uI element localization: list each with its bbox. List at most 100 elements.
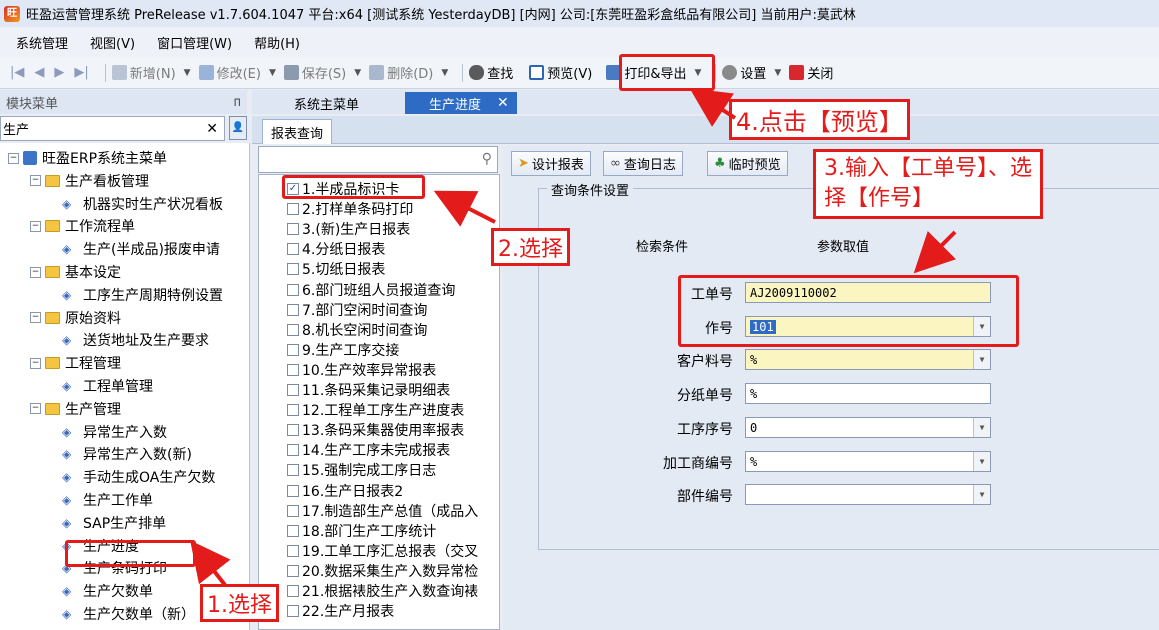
report-checkbox[interactable] xyxy=(287,223,299,236)
save-dropdown-icon[interactable]: ▼ xyxy=(354,68,361,78)
prev-record-icon[interactable]: ◀ xyxy=(34,65,44,80)
user-filter-icon[interactable]: 👤 xyxy=(229,116,247,140)
report-checkbox[interactable] xyxy=(287,343,299,356)
pin-icon[interactable]: ᴨ xyxy=(234,95,241,110)
first-record-icon[interactable]: |◀ xyxy=(10,65,24,80)
report-checkbox[interactable] xyxy=(287,424,299,437)
module-search-input[interactable] xyxy=(3,121,183,136)
report-list-item[interactable]: 2.打样单条码打印 xyxy=(287,199,413,219)
report-list-item[interactable]: 8.机长空闲时间查询 xyxy=(287,320,427,340)
preview-button[interactable]: 预览(V) xyxy=(529,63,592,82)
report-checkbox[interactable] xyxy=(287,303,299,316)
report-checkbox[interactable]: ✓ xyxy=(287,183,299,195)
report-list-item[interactable]: 11.条码采集记录明细表 xyxy=(287,380,450,400)
report-checkbox[interactable] xyxy=(287,243,299,256)
tree-leaf-item[interactable]: ◈ 生产进度 xyxy=(62,535,139,557)
tree-leaf-item[interactable]: ◈ 手动生成OA生产欠数 xyxy=(62,466,215,488)
tree-folder-item[interactable]: − 原始资料 xyxy=(30,307,121,329)
collapse-icon[interactable]: − xyxy=(30,175,41,187)
field-combobox[interactable]: 101 ▼ xyxy=(745,316,991,337)
tree-leaf-item[interactable]: ◈ 机器实时生产状况看板 xyxy=(62,193,223,215)
tree-leaf-item[interactable]: ◈ SAP生产排单 xyxy=(62,512,166,534)
dropdown-arrow-icon[interactable]: ▼ xyxy=(973,418,990,437)
dropdown-arrow-icon[interactable]: ▼ xyxy=(973,317,990,336)
tree-leaf-item[interactable]: ◈ 生产欠数单 xyxy=(62,580,153,602)
menu-view[interactable]: 视图(V) xyxy=(90,33,135,52)
dropdown-arrow-icon[interactable]: ▼ xyxy=(973,485,990,504)
report-checkbox[interactable] xyxy=(287,504,299,517)
report-checkbox[interactable] xyxy=(287,203,299,216)
next-record-icon[interactable]: ▶ xyxy=(54,65,64,80)
query-log-button[interactable]: ∞ 查询日志 xyxy=(603,151,683,176)
report-list-item[interactable]: 10.生产效率异常报表 xyxy=(287,360,436,380)
print-dropdown-icon[interactable]: ▼ xyxy=(694,68,701,78)
report-checkbox[interactable] xyxy=(287,605,299,618)
collapse-icon[interactable]: − xyxy=(30,357,41,369)
report-checkbox[interactable] xyxy=(287,263,299,276)
tab-main-menu[interactable]: 系统主菜单 xyxy=(276,92,377,114)
tree-leaf-item[interactable]: ◈ 工程单管理 xyxy=(62,375,153,397)
report-list-item[interactable]: 14.生产工序未完成报表 xyxy=(287,440,450,460)
tree-leaf-item[interactable]: ◈ 生产工作单 xyxy=(62,489,153,511)
report-checkbox[interactable] xyxy=(287,384,299,396)
report-list-item[interactable]: 21.根据裱胶生产入数查询裱 xyxy=(287,581,478,601)
tree-folder-item[interactable]: − 基本设定 xyxy=(30,261,121,283)
tree-folder-item[interactable]: − 工作流程单 xyxy=(30,215,135,237)
report-checkbox[interactable] xyxy=(287,404,299,417)
edit-dropdown-icon[interactable]: ▼ xyxy=(269,68,276,78)
menu-system[interactable]: 系统管理 xyxy=(16,33,68,52)
tree-folder-item[interactable]: − 工程管理 xyxy=(30,352,121,374)
tree-folder-item[interactable]: − 生产管理 xyxy=(30,398,121,420)
report-checkbox[interactable] xyxy=(287,444,299,457)
report-list-item[interactable]: 4.分纸日报表 xyxy=(287,239,385,259)
tree-leaf-item[interactable]: ◈ 生产条码打印 xyxy=(62,557,167,579)
report-list-item[interactable]: 6.部门班组人员报道查询 xyxy=(287,280,455,300)
report-checkbox[interactable] xyxy=(287,323,299,336)
new-button[interactable]: 新增(N) xyxy=(111,63,176,82)
report-list-item[interactable]: 9.生产工序交接 xyxy=(287,340,399,360)
delete-button[interactable]: 删除(D) xyxy=(369,63,433,82)
report-list-item[interactable]: 22.生产月报表 xyxy=(287,601,394,621)
report-list-item[interactable]: 20.数据采集生产入数异常检 xyxy=(287,561,478,581)
field-combobox[interactable]: % ▼ xyxy=(745,349,991,370)
report-checkbox[interactable] xyxy=(287,524,299,537)
report-search-input[interactable]: ⚲ xyxy=(258,146,498,173)
field-input[interactable]: % xyxy=(745,383,991,404)
temp-preview-button[interactable]: ♣ 临时预览 xyxy=(707,151,788,176)
close-button[interactable]: 关闭 xyxy=(789,63,833,82)
report-list-item[interactable]: 5.切纸日报表 xyxy=(287,259,385,279)
report-checkbox[interactable] xyxy=(287,564,299,577)
report-checkbox[interactable] xyxy=(287,283,299,296)
tree-folder-item[interactable]: − 生产看板管理 xyxy=(30,170,149,192)
report-list-item[interactable]: 7.部门空闲时间查询 xyxy=(287,300,427,320)
tree-root-item[interactable]: − 旺盈ERP系统主菜单 xyxy=(8,147,167,169)
tree-leaf-item[interactable]: ◈ 生产欠数单（新） xyxy=(62,603,195,625)
delete-dropdown-icon[interactable]: ▼ xyxy=(441,68,448,78)
report-list-item[interactable]: 12.工程单工序生产进度表 xyxy=(287,400,464,420)
menu-help[interactable]: 帮助(H) xyxy=(254,33,300,52)
print-export-button[interactable]: 打印&导出 xyxy=(606,63,686,82)
field-combobox[interactable]: 0 ▼ xyxy=(745,417,991,438)
report-checkbox[interactable] xyxy=(287,585,299,597)
report-checkbox[interactable] xyxy=(287,484,299,497)
report-list-item[interactable]: 18.部门生产工序统计 xyxy=(287,521,436,541)
field-combobox[interactable]: % ▼ xyxy=(745,451,991,472)
collapse-icon[interactable]: − xyxy=(30,220,41,232)
field-combobox[interactable]: ▼ xyxy=(745,484,991,505)
field-input[interactable]: AJ2009110002 xyxy=(745,282,991,303)
tree-leaf-item[interactable]: ◈ 工序生产周期特例设置 xyxy=(62,284,223,306)
tree-leaf-item[interactable]: ◈ 送货地址及生产要求 xyxy=(62,329,209,351)
last-record-icon[interactable]: ▶| xyxy=(74,65,88,80)
settings-dropdown-icon[interactable]: ▼ xyxy=(774,68,781,78)
save-button[interactable]: 保存(S) xyxy=(283,63,346,82)
tree-leaf-item[interactable]: ◈ 异常生产入数(新) xyxy=(62,443,192,465)
report-list-item[interactable]: 16.生产日报表2 xyxy=(287,481,403,501)
settings-button[interactable]: 设置 xyxy=(722,63,766,82)
clear-search-icon[interactable]: ✕ xyxy=(206,121,218,137)
report-checkbox[interactable] xyxy=(287,464,299,477)
tab-production-progress[interactable]: 生产进度 ✕ xyxy=(405,92,517,114)
report-checkbox[interactable] xyxy=(287,363,299,376)
tree-leaf-item[interactable]: ◈ 异常生产入数 xyxy=(62,421,167,443)
new-dropdown-icon[interactable]: ▼ xyxy=(184,68,191,78)
collapse-icon[interactable]: − xyxy=(30,266,41,278)
